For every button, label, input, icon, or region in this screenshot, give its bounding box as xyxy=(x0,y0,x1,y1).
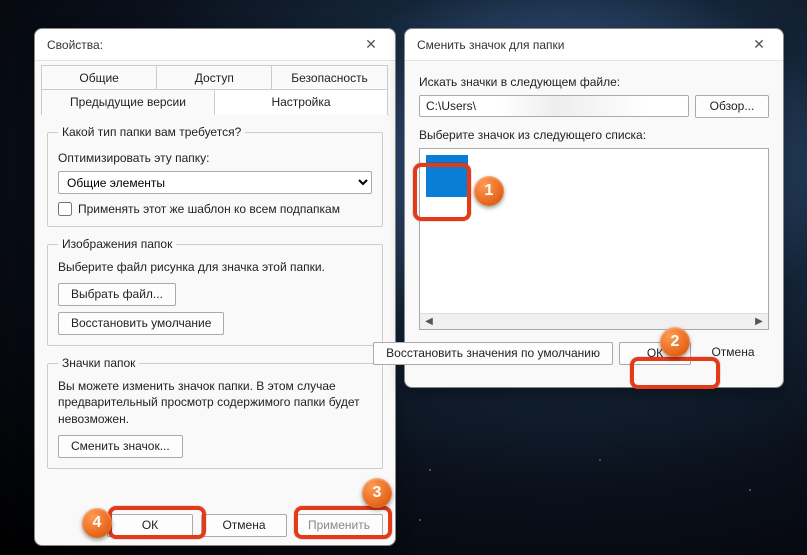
apply-subfolders-label: Применять этот же шаблон ко всем подпапк… xyxy=(78,202,340,216)
optimize-select[interactable]: Общие элементы xyxy=(58,171,372,194)
icon-path-value: C:\Users\ xyxy=(426,99,476,113)
restore-default-button[interactable]: Восстановить умолчание xyxy=(58,312,224,335)
dialog-body: Искать значки в следующем файле: C:\User… xyxy=(405,61,783,330)
folder-pictures-note: Выберите файл рисунка для значка этой па… xyxy=(58,259,372,275)
dialog-footer: ОК Отмена Применить xyxy=(107,514,383,537)
scroll-right-icon[interactable]: ▶ xyxy=(752,316,766,328)
window-title: Свойства: xyxy=(47,38,103,52)
icon-list[interactable]: ◀ ▶ xyxy=(419,148,769,330)
tab-security[interactable]: Безопасность xyxy=(271,65,387,90)
properties-dialog: Свойства: ✕ Общие Доступ Безопасность Пр… xyxy=(34,28,396,546)
folder-icons-note: Вы можете изменить значок папки. В этом … xyxy=(58,378,372,427)
tab-customize[interactable]: Настройка xyxy=(214,89,388,115)
path-fade xyxy=(500,96,688,116)
dialog-footer: Восстановить значения по умолчанию ОК От… xyxy=(419,342,769,365)
tab-row-1: Общие Доступ Безопасность Предыдущие вер… xyxy=(41,65,389,115)
titlebar[interactable]: Сменить значок для папки ✕ xyxy=(405,29,783,61)
group-folder-pictures-legend: Изображения папок xyxy=(58,237,176,251)
group-folder-pictures: Изображения папок Выберите файл рисунка … xyxy=(47,237,383,346)
restore-defaults-button[interactable]: Восстановить значения по умолчанию xyxy=(373,342,613,365)
cancel-button[interactable]: Отмена xyxy=(201,514,287,537)
icon-path-input[interactable]: C:\Users\ xyxy=(419,95,689,117)
horizontal-scrollbar[interactable]: ◀ ▶ xyxy=(420,313,768,329)
group-folder-type: Какой тип папки вам требуется? Оптимизир… xyxy=(47,125,383,227)
close-icon[interactable]: ✕ xyxy=(741,31,777,59)
tab-sharing[interactable]: Доступ xyxy=(156,65,272,90)
choose-file-button[interactable]: Выбрать файл... xyxy=(58,283,176,306)
tab-previous-versions[interactable]: Предыдущие версии xyxy=(41,89,215,115)
apply-subfolders-row[interactable]: Применять этот же шаблон ко всем подпапк… xyxy=(58,202,372,216)
scroll-left-icon[interactable]: ◀ xyxy=(422,316,436,328)
search-file-label: Искать значки в следующем файле: xyxy=(419,75,769,89)
group-folder-type-legend: Какой тип папки вам требуется? xyxy=(58,125,245,139)
dialog-content: Какой тип папки вам требуется? Оптимизир… xyxy=(35,115,395,469)
tab-general[interactable]: Общие xyxy=(41,65,157,90)
change-icon-dialog: Сменить значок для папки ✕ Искать значки… xyxy=(404,28,784,388)
titlebar[interactable]: Свойства: ✕ xyxy=(35,29,395,61)
ok-button[interactable]: ОК xyxy=(619,342,691,365)
choose-icon-label: Выберите значок из следующего списка: xyxy=(419,128,769,142)
window-title: Сменить значок для папки xyxy=(417,38,565,52)
group-folder-icons-legend: Значки папок xyxy=(58,356,139,370)
close-icon[interactable]: ✕ xyxy=(353,31,389,59)
change-icon-button[interactable]: Сменить значок... xyxy=(58,435,183,458)
optimize-label: Оптимизировать эту папку: xyxy=(58,151,372,165)
cancel-button[interactable]: Отмена xyxy=(697,342,769,365)
icon-option-blue[interactable] xyxy=(426,155,468,197)
apply-button[interactable]: Применить xyxy=(295,514,383,537)
group-folder-icons: Значки папок Вы можете изменить значок п… xyxy=(47,356,383,469)
apply-subfolders-checkbox[interactable] xyxy=(58,202,72,216)
ok-button[interactable]: ОК xyxy=(107,514,193,537)
browse-button[interactable]: Обзор... xyxy=(695,95,769,118)
